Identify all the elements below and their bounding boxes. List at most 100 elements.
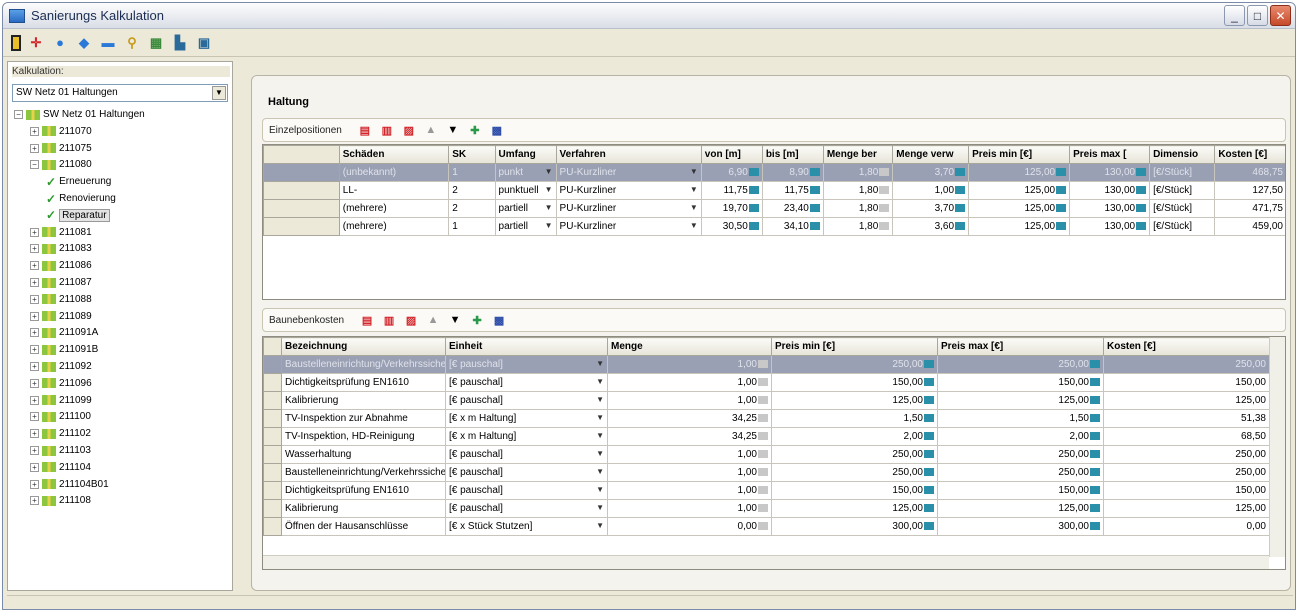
table-cell[interactable]: 2,00 — [937, 427, 1104, 446]
lock-icon[interactable] — [758, 486, 768, 495]
edit-icon[interactable] — [809, 168, 820, 177]
table-cell[interactable]: TV-Inspektion, HD-Reinigung — [281, 427, 446, 446]
table-cell[interactable]: 1,00 — [607, 373, 772, 392]
chevron-down-icon[interactable]: ▼ — [545, 221, 553, 230]
table-row[interactable]: (unbekannt) 1 ▼ punkt ▼ PU-Kurzliner 6,90 8,90 1… — [263, 163, 1285, 182]
table-row[interactable]: Wasserhaltung ▼ [€ pauschal] 1,00 250,00 250,… — [263, 445, 1270, 464]
edit-icon[interactable] — [924, 360, 934, 369]
expand-icon[interactable]: + — [30, 311, 39, 321]
table-cell[interactable]: 150,00 — [1103, 373, 1270, 392]
expand-icon[interactable]: + — [30, 429, 39, 439]
table-cell[interactable]: 1,80 — [822, 217, 894, 236]
edit-icon[interactable] — [924, 486, 934, 495]
expand-icon[interactable]: + — [30, 362, 39, 371]
table-cell[interactable]: 125,00 — [1103, 391, 1270, 410]
expand-icon[interactable]: + — [30, 395, 39, 405]
splitter[interactable] — [235, 61, 249, 591]
import-icon[interactable]: ▩ — [492, 313, 506, 327]
chevron-down-icon[interactable]: ▼ — [596, 413, 604, 422]
table-cell[interactable]: 51,38 — [1103, 409, 1270, 428]
table-cell[interactable]: 1 — [448, 217, 496, 236]
table-cell[interactable]: 11,75 — [761, 181, 824, 200]
chevron-down-icon[interactable]: ▼ — [690, 221, 698, 230]
table-cell[interactable]: 125,00 — [968, 217, 1071, 236]
table-cell[interactable]: 150,00 — [937, 373, 1104, 392]
chevron-down-icon[interactable]: ▼ — [690, 167, 698, 176]
edit-icon[interactable] — [1090, 450, 1100, 459]
edit-icon[interactable] — [955, 204, 966, 213]
chevron-down-icon[interactable]: ▼ — [596, 359, 604, 368]
lock-icon[interactable] — [879, 186, 890, 195]
chevron-down-icon[interactable]: ▼ — [545, 185, 553, 194]
column-header[interactable]: Kosten [€] — [1103, 337, 1270, 356]
expand-icon[interactable]: + — [30, 244, 39, 254]
table-cell[interactable]: 250,00 — [771, 463, 938, 482]
chart-icon[interactable]: ▙ — [171, 34, 189, 52]
lock-icon[interactable] — [879, 222, 890, 231]
table-row[interactable]: (mehrere) 2 ▼ partiell ▼ PU-Kurzliner 19,70 23,… — [263, 199, 1285, 218]
expand-icon[interactable]: + — [30, 345, 39, 355]
table-cell[interactable]: 300,00 — [937, 517, 1104, 536]
copy-row-icon[interactable]: ▥ — [382, 313, 396, 327]
table-cell[interactable]: 125,00 — [968, 163, 1071, 182]
table-cell[interactable]: 125,00 — [968, 199, 1071, 218]
lock-icon[interactable] — [758, 522, 768, 531]
tree-node[interactable]: − SW Netz 01 Haltungen — [14, 108, 145, 121]
table-row[interactable]: TV-Inspektion zur Abnahme ▼ [€ x m Haltung… — [263, 409, 1270, 428]
column-header[interactable]: Verfahren — [555, 145, 702, 164]
lock-icon[interactable] — [758, 468, 768, 477]
tree-node[interactable]: +211075 — [30, 142, 92, 155]
table-cell[interactable]: 471,75 — [1214, 199, 1285, 218]
lock-icon[interactable] — [758, 504, 768, 513]
refresh-icon[interactable]: ✚ — [470, 313, 484, 327]
row-selector[interactable] — [263, 517, 282, 536]
chevron-down-icon[interactable]: ▼ — [596, 431, 604, 440]
expand-icon[interactable]: + — [30, 126, 39, 136]
table-cell[interactable]: 1,00 — [607, 391, 772, 410]
edit-icon[interactable] — [1090, 378, 1100, 387]
tree-node[interactable]: +211100 — [30, 410, 91, 423]
table-cell[interactable]: 250,00 — [937, 355, 1104, 374]
table-cell[interactable]: 130,00 — [1069, 217, 1151, 236]
tree-node[interactable]: +211102 — [30, 427, 91, 440]
expand-icon[interactable]: + — [30, 294, 39, 304]
tree-node[interactable]: ✓ Reparatur — [46, 208, 110, 222]
edit-icon[interactable] — [809, 222, 820, 231]
table-cell[interactable]: ▼ punkt — [494, 163, 557, 182]
table-cell[interactable]: 150,00 — [1103, 481, 1270, 500]
edit-icon[interactable] — [748, 204, 759, 213]
table-cell[interactable]: ▼ [€ pauschal] — [445, 373, 608, 392]
add-icon[interactable]: ✛ — [27, 34, 45, 52]
table-cell[interactable]: 250,00 — [771, 445, 938, 464]
delete-row-icon[interactable]: ▨ — [404, 313, 418, 327]
lock-icon[interactable] — [758, 432, 768, 441]
table-cell[interactable]: ▼ [€ pauschal] — [445, 481, 608, 500]
table-cell[interactable]: 1 — [448, 163, 496, 182]
row-selector[interactable] — [263, 217, 340, 236]
table-cell[interactable]: Kalibrierung — [281, 391, 446, 410]
table-cell[interactable]: 30,50 — [700, 217, 763, 236]
table-cell[interactable]: 130,00 — [1069, 163, 1151, 182]
table-cell[interactable]: ▼ [€ pauschal] — [445, 499, 608, 518]
table-cell[interactable]: 11,75 — [700, 181, 763, 200]
tree-node[interactable]: +211083 — [30, 242, 92, 255]
table-cell[interactable]: 459,00 — [1214, 217, 1285, 236]
search-icon[interactable]: ⚲ — [123, 34, 141, 52]
expand-icon[interactable]: + — [30, 278, 39, 287]
move-up-icon[interactable]: ▲ — [426, 313, 440, 327]
table-cell[interactable]: (mehrere) — [338, 199, 450, 218]
table-cell[interactable]: 34,10 — [761, 217, 824, 236]
table-cell[interactable]: ▼ [€ x m Haltung] — [445, 409, 608, 428]
row-selector[interactable] — [263, 373, 282, 392]
table-cell[interactable]: 150,00 — [771, 481, 938, 500]
copy-row-icon[interactable]: ▥ — [380, 123, 394, 137]
horizontal-scrollbar[interactable] — [263, 555, 1269, 569]
table-cell[interactable]: [€/Stück] — [1149, 163, 1216, 182]
table-cell[interactable]: Wasserhaltung — [281, 445, 446, 464]
row-selector[interactable] — [263, 499, 282, 518]
minus-icon[interactable]: ▬ — [99, 34, 117, 52]
import-icon[interactable]: ▩ — [490, 123, 504, 137]
column-header[interactable]: Preis min [€] — [968, 145, 1071, 164]
table-cell[interactable]: 250,00 — [937, 445, 1104, 464]
move-down-icon[interactable]: ▼ — [448, 313, 462, 327]
